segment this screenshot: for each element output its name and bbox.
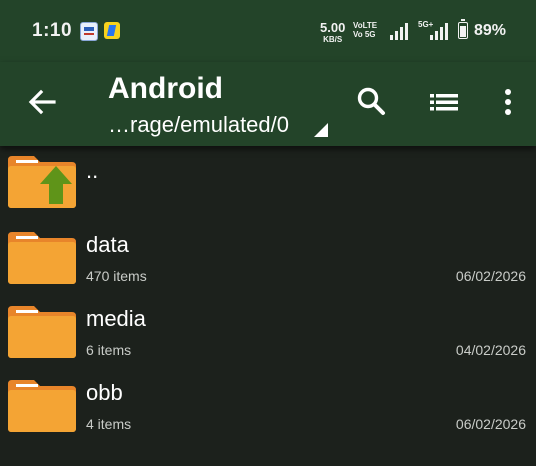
app-toolbar: Android …rage/emulated/0 <box>0 62 536 146</box>
folder-row-media[interactable]: media 6 items 04/02/2026 <box>0 294 536 366</box>
path-dropdown-icon[interactable] <box>314 123 328 137</box>
signal-strength-5g-icon <box>430 22 448 40</box>
parent-directory-label: .. <box>86 158 99 183</box>
folder-row-data[interactable]: data 470 items 06/02/2026 <box>0 220 536 292</box>
idea-app-icon <box>80 22 98 41</box>
network-speed: 5.00 KB/S <box>320 21 345 44</box>
search-icon[interactable] <box>354 84 390 120</box>
folder-item-count: 470 items <box>86 268 147 284</box>
view-list-icon[interactable] <box>426 84 462 120</box>
network-speed-value: 5.00 <box>320 20 346 35</box>
folder-icon <box>8 380 76 432</box>
volte-indicator: VoLTE Vo 5G <box>353 21 377 40</box>
more-vertical-icon[interactable] <box>490 84 526 120</box>
folder-title: Android <box>108 72 223 105</box>
status-bar: 1:10 5.00 KB/S VoLTE Vo 5G 5G+ 89% <box>0 0 536 62</box>
folder-name: data <box>86 232 129 257</box>
network-speed-unit: KB/S <box>323 35 343 44</box>
folder-date: 06/02/2026 <box>455 416 526 432</box>
folder-name: media <box>86 306 146 331</box>
status-time: 1:10 <box>32 20 73 41</box>
vo5g-label: Vo 5G <box>353 29 376 39</box>
parent-directory-row[interactable]: .. <box>0 146 536 218</box>
folder-date: 04/02/2026 <box>455 342 526 358</box>
battery-icon <box>458 19 468 39</box>
folder-date: 06/02/2026 <box>455 268 526 284</box>
back-arrow-icon[interactable] <box>22 82 62 122</box>
signal-strength-icon <box>390 22 408 40</box>
folder-row-obb[interactable]: obb 4 items 06/02/2026 <box>0 368 536 440</box>
battery-percent: 89% <box>474 22 507 39</box>
folder-icon <box>8 232 76 284</box>
file-list: .. data 470 items 06/02/2026 media 6 ite… <box>0 146 536 466</box>
flipkart-app-icon <box>104 22 120 39</box>
current-path[interactable]: …rage/emulated/0 <box>108 112 289 138</box>
folder-up-icon <box>8 156 76 208</box>
file-manager-screen: 1:10 5.00 KB/S VoLTE Vo 5G 5G+ 89% Andro… <box>0 0 536 466</box>
folder-item-count: 6 items <box>86 342 132 358</box>
folder-item-count: 4 items <box>86 416 132 432</box>
folder-icon <box>8 306 76 358</box>
folder-name: obb <box>86 380 123 405</box>
